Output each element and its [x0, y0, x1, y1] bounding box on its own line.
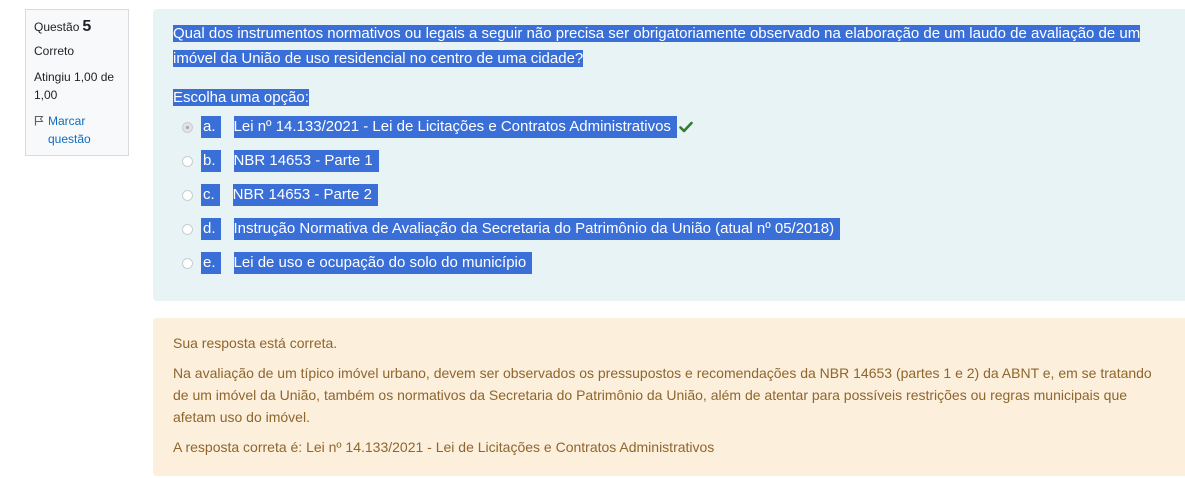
question-text: Qual dos instrumentos normativos ou lega… [173, 21, 1163, 71]
answer-text: Lei de uso e ocupação do solo do municíp… [233, 252, 533, 274]
feedback-panel: Sua resposta está correta. Na avaliação … [153, 318, 1185, 476]
general-feedback: Na avaliação de um típico imóvel urbano,… [173, 365, 1152, 425]
question-info-panel: Questão 5 Correto Atingiu 1,00 de 1,00 Ma… [25, 9, 129, 156]
radio-c[interactable] [182, 189, 193, 201]
answer-option-b[interactable]: b. NBR 14653 - Parte 1 [173, 144, 1165, 178]
flag-question-label[interactable]: Marcar questão [48, 112, 120, 148]
feedback-status: Sua resposta está correta. [173, 335, 338, 351]
answer-letter: e. [201, 252, 221, 274]
answer-text: Lei nº 14.133/2021 - Lei de Licitações e… [233, 116, 677, 138]
radio-a[interactable] [182, 121, 193, 133]
radio-e[interactable] [182, 257, 193, 269]
answer-option-c[interactable]: c. NBR 14653 - Parte 2 [173, 178, 1165, 212]
question-number-value: 5 [82, 18, 92, 35]
right-answer: A resposta correta é: Lei nº 14.133/2021… [173, 439, 715, 455]
answer-letter: c. [201, 184, 220, 206]
choose-prompt: Escolha uma opção: [173, 88, 1165, 108]
choose-prompt-text: Escolha uma opção: [173, 89, 309, 106]
question-number-label: Questão [34, 20, 80, 34]
radio-d[interactable] [182, 223, 193, 235]
check-icon [679, 121, 693, 133]
radio-b[interactable] [182, 155, 193, 167]
flag-icon [34, 116, 44, 126]
question-number: Questão 5 [34, 18, 120, 36]
answer-option-a[interactable]: a. Lei nº 14.133/2021 - Lei de Licitações… [173, 110, 1165, 144]
question-grade: Atingiu 1,00 de 1,00 [34, 70, 115, 102]
answer-letter: a. [201, 116, 221, 138]
flag-question-link[interactable]: Marcar questão [34, 112, 120, 148]
answer-letter: b. [201, 150, 221, 172]
answer-text: NBR 14653 - Parte 1 [233, 150, 379, 172]
question-formulation: Qual dos instrumentos normativos ou lega… [153, 9, 1185, 301]
answer-option-d[interactable]: d. Instrução Normativa de Avaliação da Se… [173, 212, 1165, 246]
answer-options: a. Lei nº 14.133/2021 - Lei de Licitações… [173, 110, 1165, 280]
answer-text: Instrução Normativa de Avaliação da Secr… [233, 218, 841, 240]
answer-text: NBR 14653 - Parte 2 [232, 184, 378, 206]
question-state: Correto [34, 44, 75, 58]
answer-option-e[interactable]: e. Lei de uso e ocupação do solo do munic… [173, 246, 1165, 280]
answer-letter: d. [201, 218, 221, 240]
question-text-content: Qual dos instrumentos normativos ou lega… [173, 25, 1141, 67]
